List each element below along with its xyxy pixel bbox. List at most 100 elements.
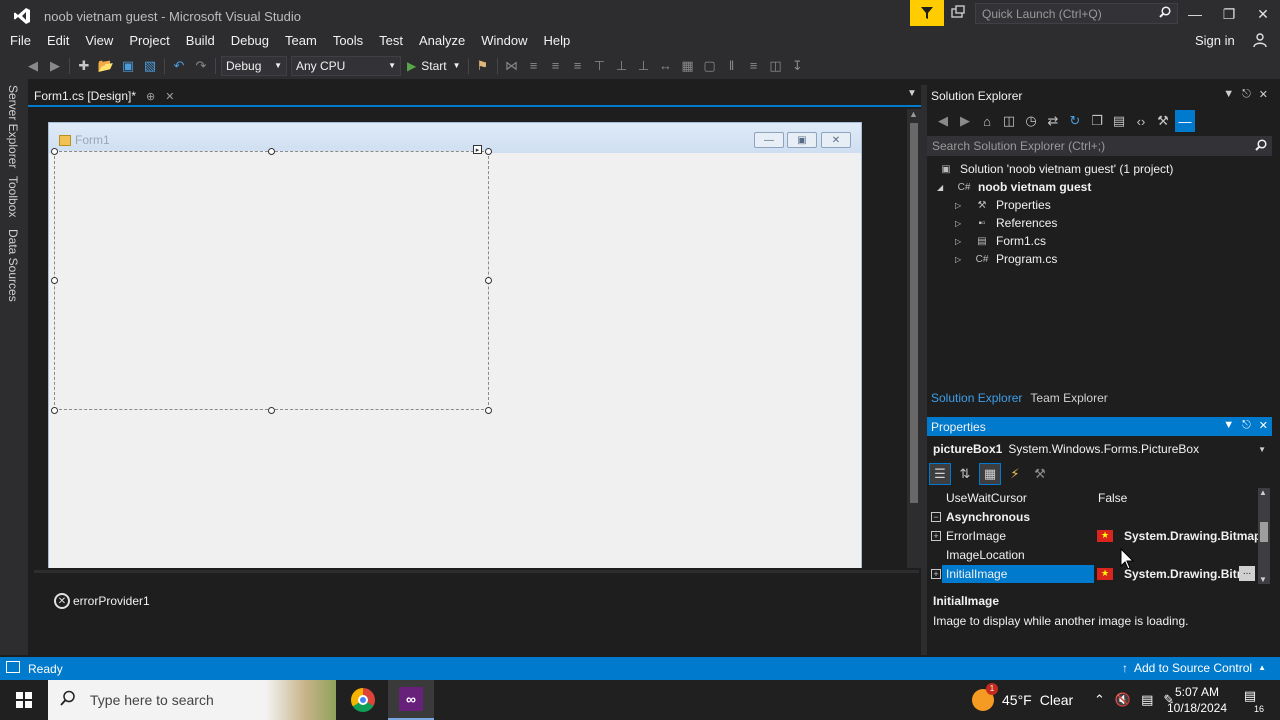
resize-handle[interactable]	[485, 277, 492, 284]
forward-icon[interactable]: ▶	[955, 110, 975, 132]
scrollbar-thumb[interactable]	[910, 123, 918, 503]
resize-handle[interactable]	[51, 407, 58, 414]
back-icon[interactable]: ◀	[933, 110, 953, 132]
taskbar-search-box[interactable]: Type here to search	[48, 680, 336, 720]
menu-edit[interactable]: Edit	[39, 30, 77, 52]
add-to-source-control-button[interactable]: ↑ Add to Source Control ▲	[1122, 661, 1266, 675]
collapsed-arrow-icon[interactable]: ▷	[955, 201, 965, 210]
account-icon[interactable]	[1252, 32, 1268, 52]
scroll-up-icon[interactable]: ▲	[1259, 488, 1267, 497]
object-selector[interactable]: pictureBox1 System.Windows.Forms.Picture…	[927, 439, 1272, 459]
tree-item-properties[interactable]: ▷ ⚒ Properties	[927, 196, 1272, 214]
window-position-icon[interactable]: ▼	[1223, 88, 1234, 101]
volume-muted-icon[interactable]: 🔇	[1115, 692, 1131, 708]
save-icon[interactable]: ▣	[117, 55, 139, 77]
tree-item-solution[interactable]: ▣ Solution 'noob vietnam guest' (1 proje…	[927, 160, 1272, 178]
start-debugging-button[interactable]: ▶ Start ▼	[403, 59, 465, 73]
undo-icon[interactable]: ↶	[168, 55, 190, 77]
output-window-icon[interactable]	[6, 661, 20, 673]
form1-window[interactable]: Form1 — ▣ ✕ ▸	[48, 122, 862, 568]
align-middles-icon[interactable]: ⊥	[611, 55, 633, 77]
feedback-filter-icon[interactable]	[910, 0, 944, 26]
resize-handle[interactable]	[51, 277, 58, 284]
tab-list-dropdown-icon[interactable]: ▼	[907, 88, 917, 99]
vertical-spacing-icon[interactable]: ≡	[743, 55, 765, 77]
expand-icon[interactable]: +	[931, 530, 941, 541]
new-project-icon[interactable]: ✚	[73, 55, 95, 77]
tree-item-project[interactable]: ◢ C# noob vietnam guest	[927, 178, 1272, 196]
align-tops-icon[interactable]: ⊤	[589, 55, 611, 77]
tab-team-explorer[interactable]: Team Explorer	[1026, 388, 1111, 408]
menu-team[interactable]: Team	[277, 30, 325, 52]
home-icon[interactable]: ⌂	[977, 110, 997, 132]
notification-center-icon[interactable]: ▤ 16	[1238, 688, 1264, 714]
sign-in-link[interactable]: Sign in	[1195, 33, 1235, 48]
preview-selected-items-icon[interactable]: —	[1175, 110, 1195, 132]
property-row[interactable]: + ErrorImage ★ System.Drawing.Bitmap	[927, 526, 1261, 545]
toolbox-tab[interactable]: Toolbox	[6, 176, 20, 217]
navigate-forward-icon[interactable]: ▶	[44, 55, 66, 77]
property-row-selected[interactable]: + InitialImage ★ System.Drawing.Bitm ...	[927, 564, 1257, 583]
taskbar-visual-studio-app[interactable]: ∞	[388, 680, 434, 720]
align-lefts-icon[interactable]: ≡	[523, 55, 545, 77]
menu-debug[interactable]: Debug	[223, 30, 277, 52]
menu-file[interactable]: File	[0, 30, 39, 52]
collapsed-arrow-icon[interactable]: ▷	[955, 237, 965, 246]
menu-project[interactable]: Project	[121, 30, 177, 52]
pin-icon[interactable]: ⊕	[146, 90, 155, 103]
solution-platform-select[interactable]: Any CPU ▼	[291, 55, 401, 76]
designer-vertical-scrollbar[interactable]: ▲	[907, 109, 921, 568]
categorized-icon[interactable]: ☰	[929, 463, 951, 485]
window-position-icon[interactable]: ▼	[1223, 419, 1234, 432]
sync-with-document-icon[interactable]: ⇄	[1043, 110, 1063, 132]
smart-tag-icon[interactable]: ▸	[473, 145, 482, 154]
close-panel-icon[interactable]: ✕	[1259, 419, 1268, 432]
menu-test[interactable]: Test	[371, 30, 411, 52]
close-tab-icon[interactable]: ✕	[165, 90, 174, 103]
network-icon[interactable]: ▤	[1141, 692, 1153, 708]
server-explorer-tab[interactable]: Server Explorer	[6, 85, 20, 168]
property-value[interactable]: System.Drawing.Bitmap	[1124, 529, 1261, 543]
error-provider-component[interactable]: ✕ errorProvider1	[54, 593, 150, 609]
horizontal-spacing-icon[interactable]: ‖	[721, 55, 743, 77]
picturebox1-control[interactable]	[54, 151, 489, 410]
taskbar-clock[interactable]: 5:07 AM 10/18/2024	[1166, 684, 1228, 716]
align-to-grid-icon[interactable]: ⋈	[501, 55, 523, 77]
size-to-grid-icon[interactable]: ▦	[677, 55, 699, 77]
resize-handle[interactable]	[268, 148, 275, 155]
scroll-down-icon[interactable]: ▼	[1259, 575, 1267, 584]
menu-analyze[interactable]: Analyze	[411, 30, 473, 52]
solution-explorer-search-input[interactable]: Search Solution Explorer (Ctrl+;)	[927, 136, 1272, 156]
save-all-icon[interactable]: ▧	[139, 55, 161, 77]
property-value[interactable]: False	[1098, 491, 1127, 505]
center-horizontally-icon[interactable]: ◫	[765, 55, 787, 77]
menu-build[interactable]: Build	[178, 30, 223, 52]
collapse-all-icon[interactable]: ❐	[1087, 110, 1107, 132]
pending-changes-filter-icon[interactable]: ◷	[1021, 110, 1041, 132]
menu-window[interactable]: Window	[473, 30, 535, 52]
view-code-icon[interactable]: ‹›	[1131, 110, 1151, 132]
events-lightning-icon[interactable]: ⚡	[1004, 463, 1026, 485]
weather-widget[interactable]: 1 45°F Clear	[972, 680, 1073, 720]
switch-views-icon[interactable]: ◫	[999, 110, 1019, 132]
resize-handle[interactable]	[485, 148, 492, 155]
collapsed-arrow-icon[interactable]: ▷	[955, 255, 965, 264]
collapsed-arrow-icon[interactable]: ▷	[955, 219, 965, 228]
expanded-arrow-icon[interactable]: ◢	[937, 183, 947, 192]
tab-order-icon[interactable]: ⚑	[472, 55, 494, 77]
open-file-icon[interactable]: 📂	[95, 55, 117, 77]
property-value[interactable]: System.Drawing.Bitm	[1124, 567, 1247, 581]
tree-item-form1[interactable]: ▷ ▤ Form1.cs	[927, 232, 1272, 250]
browse-ellipsis-button[interactable]: ...	[1239, 566, 1255, 581]
resize-handle[interactable]	[268, 407, 275, 414]
tab-form1-design[interactable]: Form1.cs [Design]* ⊕ ✕	[28, 85, 180, 107]
tree-item-program[interactable]: ▷ C# Program.cs	[927, 250, 1272, 268]
menu-view[interactable]: View	[77, 30, 121, 52]
show-all-files-icon[interactable]: ▤	[1109, 110, 1129, 132]
make-same-size-icon[interactable]: ▢	[699, 55, 721, 77]
collapse-icon[interactable]: −	[931, 511, 941, 522]
solution-configuration-select[interactable]: Debug ▼	[221, 55, 287, 76]
auto-hide-pin-icon[interactable]: ⎋	[1242, 88, 1251, 101]
resize-handle[interactable]	[51, 148, 58, 155]
navigate-back-icon[interactable]: ◀	[22, 55, 44, 77]
